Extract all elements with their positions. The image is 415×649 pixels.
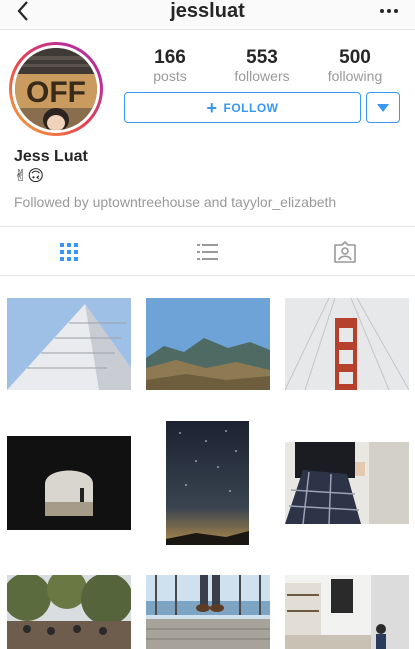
avatar-ring-gap: OFF [12,45,100,133]
profile-bio: ✌🙃 [14,168,45,185]
posts-label: posts [153,68,187,84]
suggestions-dropdown-button[interactable] [366,92,400,123]
avatar: OFF [15,48,97,130]
follow-button[interactable]: + FOLLOW [124,92,361,123]
post-thumbnail-tunnel[interactable] [7,436,131,530]
followers-count: 553 [246,47,278,68]
post-thumbnail-pier[interactable] [146,575,270,649]
top-navigation-bar: jessluat [0,0,415,30]
profile-full-name: Jess Luat [14,148,88,165]
post-thumbnail-market[interactable] [7,575,131,649]
ellipsis-icon[interactable] [379,2,399,18]
tagged-person-icon[interactable] [332,239,358,265]
following-count: 500 [339,47,371,68]
avatar-sign-text: OFF [26,76,86,109]
followed-by-text[interactable]: Followed by uptowntreehouse and tayylor_… [14,194,336,210]
post-thumbnail-plaid-shirt[interactable] [285,442,409,524]
list-icon[interactable] [194,239,220,265]
post-thumbnail-cafe[interactable] [285,575,409,649]
post-thumbnail-mountains[interactable] [146,298,270,390]
grid-icon[interactable] [56,239,82,265]
triangle-down-icon [377,103,389,112]
profile-username: jessluat [170,0,245,22]
following-stat[interactable]: 500 following [310,47,400,85]
post-thumbnail-building[interactable] [7,298,131,390]
post-thumbnail-bridge[interactable] [285,298,409,390]
profile-view-tabs [0,226,415,276]
plus-icon: + [206,97,218,118]
posts-stat: 166 posts [125,47,215,85]
follow-button-label: FOLLOW [223,100,279,115]
following-label: following [327,68,383,84]
followers-label: followers [234,68,290,84]
avatar-story-ring[interactable]: OFF [9,42,103,136]
posts-count: 166 [154,47,186,68]
followers-stat[interactable]: 553 followers [217,47,307,85]
post-thumbnail-night-sky[interactable] [166,421,249,545]
